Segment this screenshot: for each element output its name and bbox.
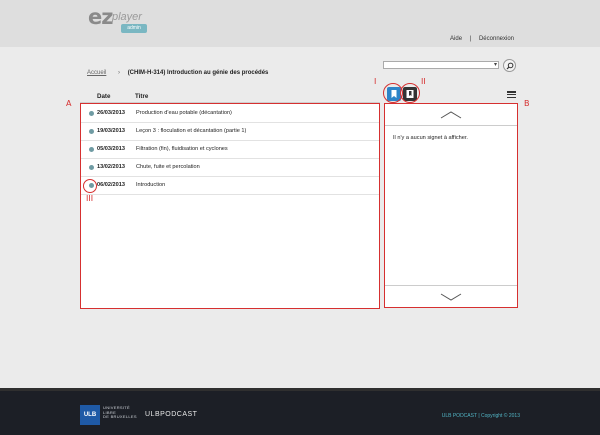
menu-icon[interactable]	[507, 91, 516, 99]
help-link[interactable]: Aide	[450, 36, 462, 42]
row-title: Filtration (fin), fluidisation et cyclon…	[136, 146, 228, 152]
row-date: 06/02/2013	[97, 182, 125, 188]
status-dot-icon	[89, 129, 94, 134]
row-date: 19/03/2013	[97, 128, 125, 134]
annotation-label-b: B	[524, 99, 530, 108]
column-header-title[interactable]: Titre	[135, 93, 148, 100]
chevron-up-icon	[440, 111, 462, 119]
annotation-label-ii: II	[421, 77, 426, 86]
empty-bookmarks-message: Il n'y a aucun signet à afficher.	[393, 135, 468, 141]
copyright-link[interactable]: ULB PODCAST | Copyright © 2013	[442, 413, 520, 419]
breadcrumb-home-link[interactable]: Accueil	[87, 70, 106, 76]
podcast-logo[interactable]: ULBPODCAST	[145, 411, 197, 418]
row-title: Chute, fuite et percolation	[136, 164, 200, 170]
top-navigation: Aide | Déconnexion	[447, 36, 517, 42]
annotation-circle-ii	[400, 83, 420, 103]
row-date: 26/03/2013	[97, 110, 125, 116]
annotation-label-iii: III	[86, 194, 94, 203]
row-title: Leçon 3 : floculation et décantation (pa…	[136, 128, 247, 134]
table-body: 26/03/2013 Production d'eau potable (déc…	[80, 103, 380, 309]
chevron-right-icon: ›	[118, 70, 121, 76]
table-row[interactable]: 13/02/2013 Chute, fuite et percolation	[81, 159, 379, 177]
annotation-label-a: A	[66, 99, 72, 108]
status-dot-icon	[89, 165, 94, 170]
logo-main: ez	[88, 5, 113, 29]
status-dot-icon	[89, 111, 94, 116]
ulb-logo[interactable]: ULB	[80, 405, 100, 425]
search-icon	[506, 62, 514, 70]
logout-link[interactable]: Déconnexion	[479, 36, 514, 42]
header: ez player admin Aide | Déconnexion	[0, 0, 600, 47]
ezplayer-logo[interactable]: ez player admin	[88, 5, 150, 35]
bookmark-panel: Il n'y a aucun signet à afficher.	[384, 103, 518, 308]
scroll-down-button[interactable]	[385, 285, 517, 307]
annotation-circle-iii	[83, 179, 97, 193]
university-line: DE BRUXELLES	[103, 414, 137, 419]
table-row[interactable]: 05/03/2013 Filtration (fin), fluidisatio…	[81, 141, 379, 159]
table-row[interactable]: 19/03/2013 Leçon 3 : floculation et déca…	[81, 123, 379, 141]
footer: ULB UNIVERSITÉ LIBRE DE BRUXELLES ULBPOD…	[0, 388, 600, 435]
search-select[interactable]: ▾	[383, 61, 499, 69]
scroll-up-button[interactable]	[385, 104, 517, 126]
logo-sub: player	[112, 11, 142, 23]
row-date: 13/02/2013	[97, 164, 125, 170]
breadcrumb-current: (CHIM-H-314) Introduction au génie des p…	[127, 70, 269, 76]
row-title: Introduction	[136, 182, 166, 188]
table-row[interactable]: 26/03/2013 Production d'eau potable (déc…	[81, 105, 379, 123]
nav-separator: |	[469, 36, 472, 42]
lesson-table: Date Titre 26/03/2013 Production d'eau p…	[80, 91, 380, 309]
row-title: Production d'eau potable (décantation)	[136, 110, 232, 116]
breadcrumb: Accueil › (CHIM-H-314) Introduction au g…	[87, 70, 268, 76]
row-date: 05/03/2013	[97, 146, 125, 152]
column-header-date[interactable]: Date	[97, 93, 110, 100]
status-dot-icon	[89, 147, 94, 152]
university-name: UNIVERSITÉ LIBRE DE BRUXELLES	[103, 405, 137, 420]
table-row[interactable]: 06/02/2013 Introduction	[81, 177, 379, 195]
chevron-down-icon	[440, 293, 462, 301]
annotation-label-i: I	[374, 77, 377, 86]
chevron-down-icon: ▾	[493, 62, 497, 68]
table-header: Date Titre	[80, 91, 380, 103]
search-button[interactable]	[503, 59, 516, 72]
logo-badge: admin	[121, 24, 147, 33]
